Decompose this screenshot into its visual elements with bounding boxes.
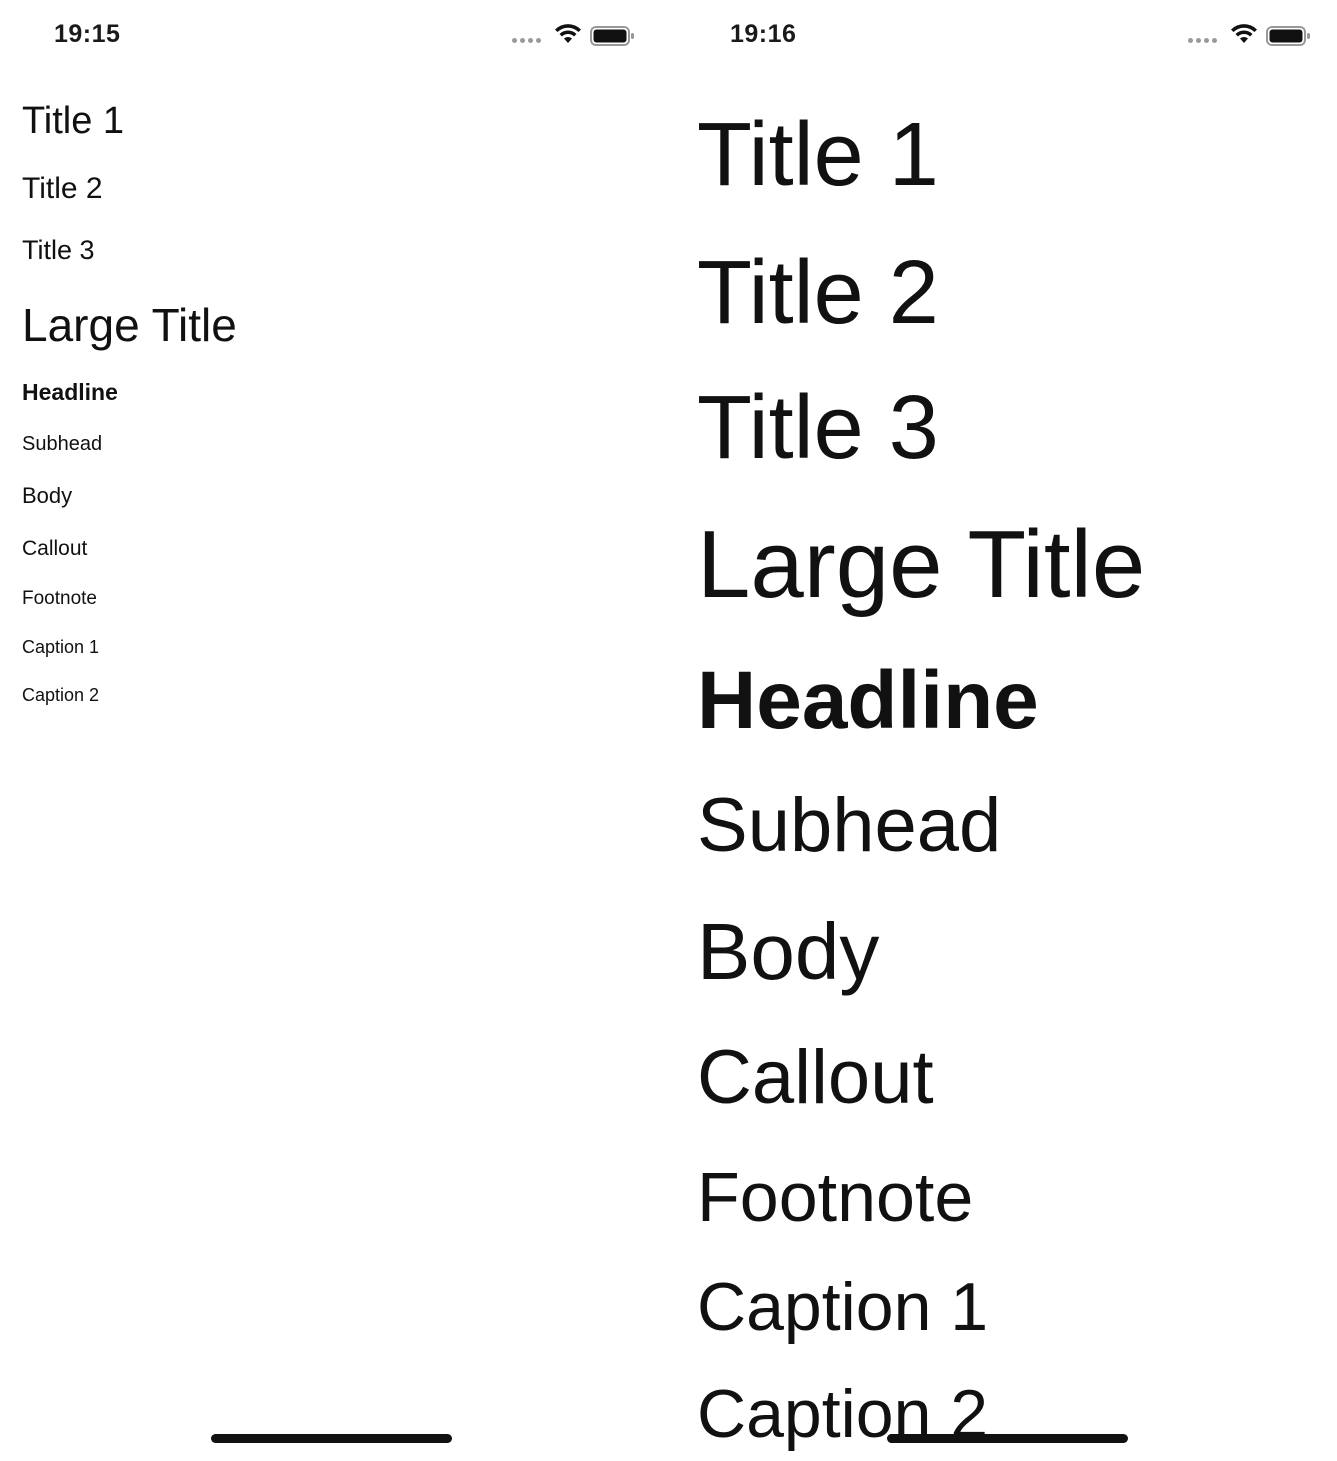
text-style-title-3: Title 3: [697, 378, 939, 478]
text-style-footnote: Footnote: [697, 1158, 974, 1236]
text-style-title-3: Title 3: [22, 235, 95, 265]
text-style-caption-1: Caption 1: [22, 637, 100, 657]
text-style-subhead: Subhead: [22, 433, 103, 455]
text-style-subhead: Subhead: [697, 783, 1002, 868]
text-style-body: Body: [22, 483, 73, 508]
phone-screen-default-size: 19:15 Title 1 Title 2 Title 3 Large Titl…: [0, 0, 660, 1461]
status-bar-time: 19:15: [54, 20, 121, 48]
text-style-body: Body: [697, 907, 880, 996]
text-style-large-title: Large Title: [22, 299, 237, 351]
text-style-large-title: Large Title: [697, 511, 1146, 618]
wifi-icon: [555, 24, 581, 43]
text-style-title-1: Title 1: [697, 105, 939, 205]
text-style-headline: Headline: [22, 379, 118, 405]
signal-dots-icon: [512, 38, 546, 44]
text-style-caption-1: Caption 1: [697, 1269, 989, 1345]
text-style-title-2: Title 2: [22, 172, 103, 205]
battery-icon: [1266, 26, 1310, 46]
text-style-footnote: Footnote: [22, 588, 97, 609]
text-style-headline: Headline: [697, 655, 1039, 746]
text-style-title-2: Title 2: [697, 243, 939, 343]
phone-screen-large-size: 19:16 Title 1 Title 2 Title 3 Large Titl…: [676, 0, 1336, 1461]
text-style-title-1: Title 1: [22, 100, 125, 142]
text-style-callout: Callout: [22, 537, 88, 560]
text-style-caption-2: Caption 2: [22, 685, 100, 705]
wifi-icon: [1231, 24, 1257, 43]
home-indicator[interactable]: [211, 1434, 452, 1443]
signal-dots-icon: [1188, 38, 1222, 44]
battery-icon: [590, 26, 634, 46]
status-bar-time: 19:16: [730, 20, 797, 48]
text-style-callout: Callout: [697, 1035, 934, 1120]
home-indicator[interactable]: [887, 1434, 1128, 1443]
